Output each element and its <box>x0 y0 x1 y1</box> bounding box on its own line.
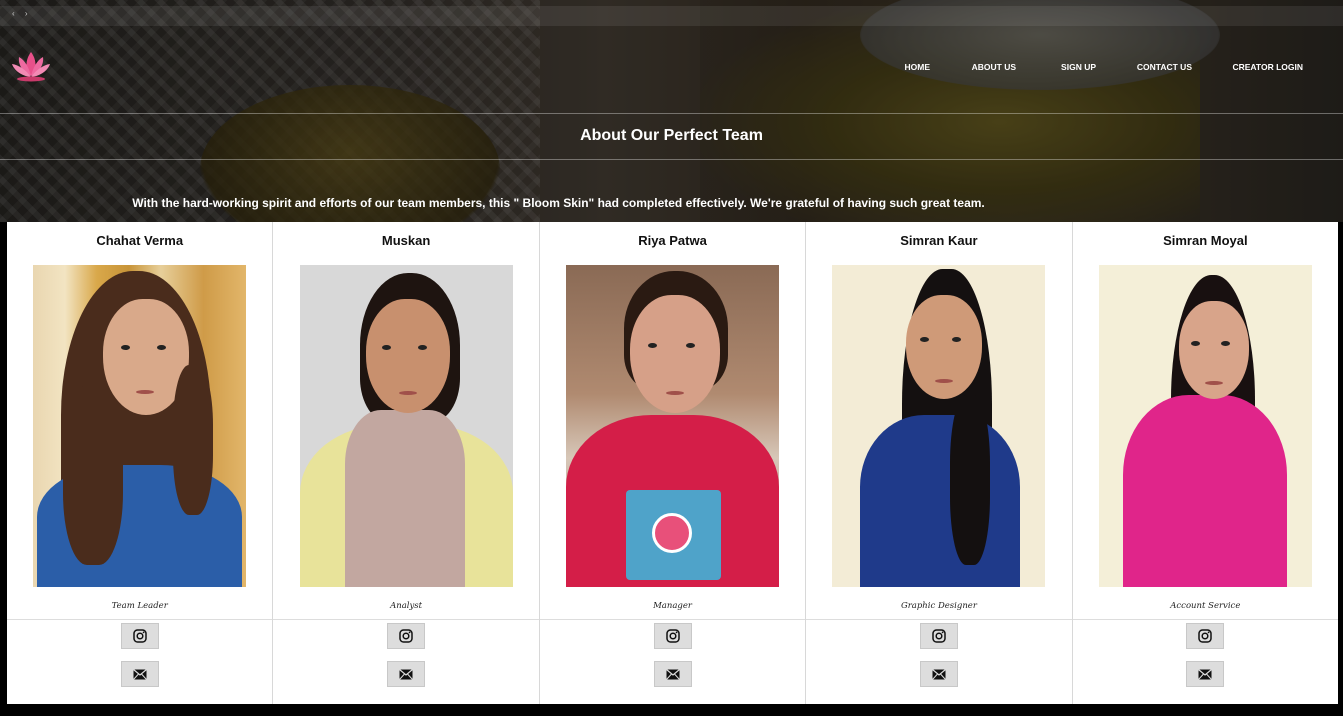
mail-icon <box>665 668 680 680</box>
member-name: Simran Moyal <box>1163 233 1248 248</box>
mail-button[interactable] <box>919 661 958 687</box>
nav-creator-login[interactable]: CREATOR LOGIN <box>1232 62 1303 72</box>
instagram-icon <box>932 629 946 643</box>
lotus-logo-icon[interactable] <box>10 48 52 84</box>
member-role: Manager <box>653 601 692 611</box>
instagram-icon <box>1198 629 1213 643</box>
team-card: Simran Kaur Graphic Designer <box>806 222 1073 704</box>
hero-overlay <box>0 0 1343 222</box>
member-name: Simran Kaur <box>900 233 978 248</box>
team-card: Chahat Verma Team Leader <box>7 222 274 704</box>
card-divider <box>273 619 539 620</box>
member-name: Riya Patwa <box>638 233 707 248</box>
nav-sign-up[interactable]: SIGN UP <box>1061 62 1096 72</box>
mail-button[interactable] <box>387 661 426 687</box>
member-role: Account Service <box>1170 601 1241 611</box>
team-card: Muskan Analyst <box>273 222 540 704</box>
nav-home[interactable]: HOME <box>905 62 931 72</box>
member-name: Muskan <box>381 233 431 248</box>
member-name: Chahat Verma <box>96 233 184 248</box>
hero-subtitle: With the hard-working spirit and efforts… <box>132 196 985 210</box>
card-divider <box>7 619 273 620</box>
card-divider <box>806 619 1072 620</box>
browser-top-bar <box>0 6 1343 26</box>
card-divider <box>539 619 806 620</box>
instagram-button[interactable] <box>919 623 958 649</box>
instagram-icon <box>132 629 147 643</box>
team-card: Simran Moyal Account Service <box>1072 222 1339 704</box>
card-divider <box>1072 619 1339 620</box>
member-role: Team Leader <box>111 601 168 611</box>
window-controls[interactable]: ‹ › <box>12 9 32 18</box>
mail-icon <box>1198 668 1213 680</box>
member-photo <box>566 265 780 587</box>
member-photo <box>1098 265 1312 587</box>
nav-about-us[interactable]: ABOUT US <box>972 62 1016 72</box>
mail-icon <box>132 668 147 680</box>
mail-icon <box>932 668 946 680</box>
member-photo <box>33 265 247 587</box>
member-role: Analyst <box>390 601 423 611</box>
mail-button[interactable] <box>1186 661 1225 687</box>
instagram-icon <box>399 629 413 643</box>
mail-icon <box>399 668 413 680</box>
team-card: Riya Patwa Manager <box>539 222 807 704</box>
instagram-button[interactable] <box>387 623 426 649</box>
member-photo <box>832 265 1046 587</box>
instagram-button[interactable] <box>120 623 159 649</box>
mail-button[interactable] <box>653 661 692 687</box>
hero-divider-top <box>0 113 1343 114</box>
mail-button[interactable] <box>120 661 159 687</box>
page-title: About Our Perfect Team <box>580 127 763 144</box>
nav-contact-us[interactable]: CONTACT US <box>1137 62 1192 72</box>
member-photo <box>299 265 513 587</box>
instagram-button[interactable] <box>1186 623 1225 649</box>
instagram-icon <box>665 629 680 643</box>
footer-bar <box>0 704 1343 716</box>
team-grid: Chahat Verma Team Leader Muskan Analyst … <box>7 222 1339 704</box>
instagram-button[interactable] <box>653 623 692 649</box>
hero-divider-bottom <box>0 159 1343 160</box>
hero-banner: ‹ › HOME ABOUT US SIGN UP CONTACT US CRE… <box>0 0 1343 222</box>
member-role: Graphic Designer <box>900 601 977 611</box>
